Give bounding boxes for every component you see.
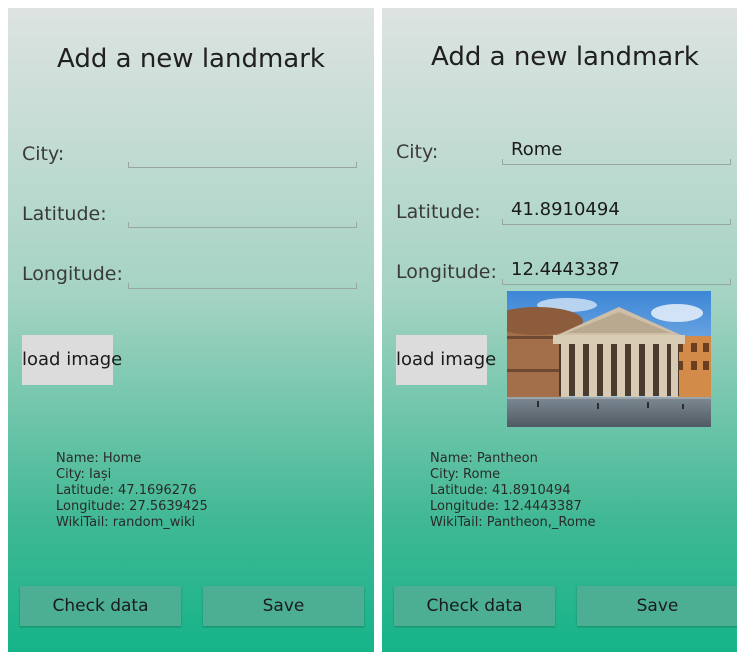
city-input[interactable]: Rome — [502, 137, 731, 165]
info-name: Name: Pantheon — [430, 451, 538, 466]
info-latitude: Latitude: 47.1696276 — [56, 483, 197, 498]
latitude-input[interactable] — [128, 200, 357, 228]
info-latitude: Latitude: 41.8910494 — [430, 483, 571, 498]
info-city: City: Iași — [56, 467, 112, 482]
check-data-button[interactable]: Check data — [394, 586, 555, 626]
landmark-photo — [507, 291, 711, 427]
landmark-info: Name: Home City: Iași Latitude: 47.16962… — [56, 451, 208, 531]
landmark-info: Name: Pantheon City: Rome Latitude: 41.8… — [430, 451, 596, 531]
city-input[interactable] — [128, 140, 357, 168]
city-label: City: — [22, 143, 65, 165]
info-longitude: Longitude: 12.4443387 — [430, 499, 582, 514]
save-button[interactable]: Save — [577, 586, 737, 626]
save-button[interactable]: Save — [203, 586, 364, 626]
longitude-input[interactable]: 12.4443387 — [502, 257, 731, 285]
info-wikitail: WikiTail: random_wiki — [56, 515, 196, 530]
page-title: Add a new landmark — [431, 42, 699, 72]
page-title: Add a new landmark — [57, 44, 325, 74]
latitude-label: Latitude: — [22, 203, 107, 225]
load-image-button[interactable]: load image — [22, 335, 122, 385]
longitude-label: Longitude: — [22, 263, 123, 285]
info-name: Name: Home — [56, 451, 142, 466]
check-data-button[interactable]: Check data — [20, 586, 181, 626]
info-longitude: Longitude: 27.5639425 — [56, 499, 208, 514]
city-label: City: — [396, 141, 439, 163]
longitude-input[interactable] — [128, 261, 357, 289]
screen-empty-form: Add a new landmark City: Latitude: Longi… — [8, 8, 374, 652]
info-city: City: Rome — [430, 467, 501, 482]
latitude-label: Latitude: — [396, 201, 481, 223]
longitude-label: Longitude: — [396, 261, 497, 283]
info-wikitail: WikiTail: Pantheon,_Rome — [430, 515, 596, 530]
screen-filled-form: Add a new landmark City: Rome Latitude: … — [382, 8, 737, 652]
load-image-button[interactable]: load image — [396, 335, 496, 385]
latitude-input[interactable]: 41.8910494 — [502, 197, 731, 225]
